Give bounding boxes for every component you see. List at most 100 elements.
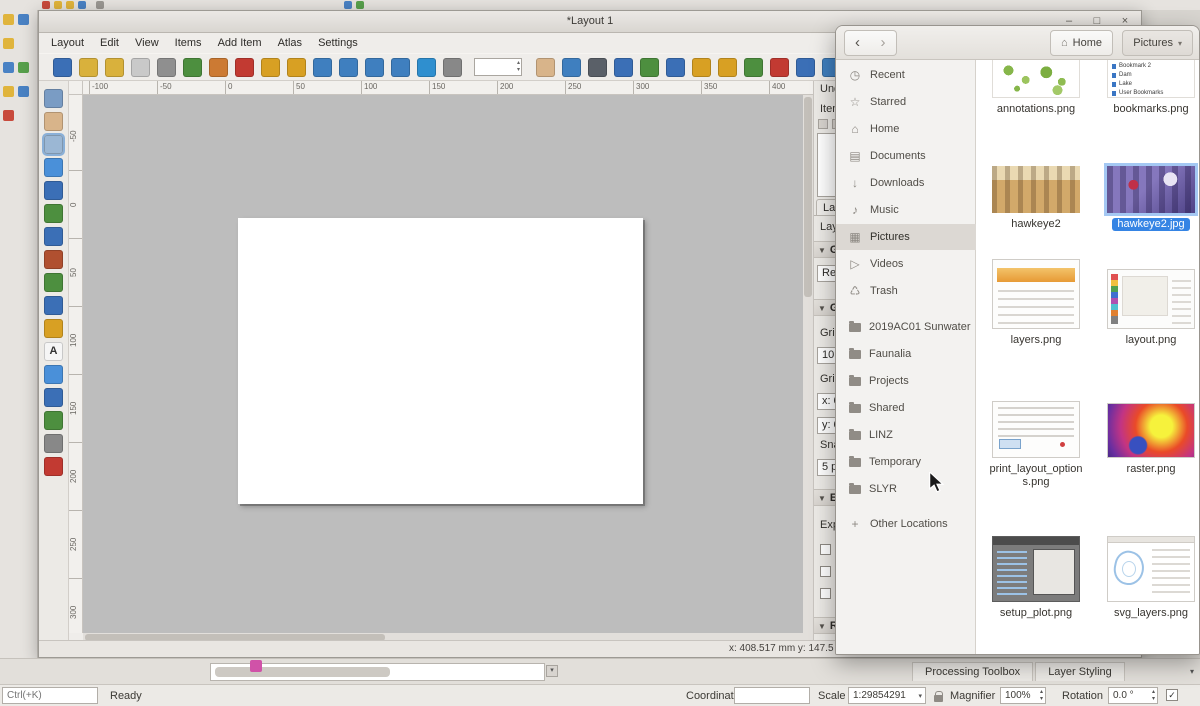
add-scalebar-tool[interactable] [44,319,63,338]
layout-canvas[interactable] [83,95,813,633]
sidebar-item-starred[interactable]: ☆Starred [836,89,976,115]
add-arrow-tool[interactable] [44,388,63,407]
add-map-tool[interactable] [44,204,63,223]
checkbox-icon[interactable] [820,566,831,577]
file-hawkeye2[interactable]: hawkeye2 [986,166,1086,231]
save-layout-icon[interactable] [53,58,72,77]
scale-combo[interactable]: 1:29854291 ▾ [848,687,926,704]
toolbar-icon[interactable] [344,1,352,9]
sidebar-item-projects[interactable]: Projects [836,368,976,394]
unlock-items-icon[interactable] [718,58,737,77]
file-layers[interactable]: layers.png [986,259,1086,347]
toolbar-icon[interactable] [66,1,74,9]
toolbar-icon[interactable] [3,86,14,97]
sidebar-item-videos[interactable]: ▷Videos [836,251,976,277]
file-hawkeye2-jpg[interactable]: hawkeye2.jpg [1101,166,1200,231]
file-setup-plot[interactable]: setup_plot.png [986,536,1086,620]
edit-nodes-tool[interactable] [44,158,63,177]
zoom-full-icon[interactable] [313,58,332,77]
add-shape-tool[interactable] [44,365,63,384]
move-content-tool[interactable] [44,181,63,200]
raise-items-icon[interactable] [744,58,763,77]
add-label-tool[interactable]: A [44,342,63,361]
file-print-layout-options[interactable]: print_layout_options.png [986,401,1086,489]
add-html-tool[interactable] [44,411,63,430]
file-raster[interactable]: raster.png [1101,401,1200,476]
checkbox-icon[interactable] [820,544,831,555]
sidebar-item-shared[interactable]: Shared [836,395,976,421]
magnifier-spinbox[interactable]: 100% ▴▾ [1000,687,1046,704]
move-content-icon[interactable] [640,58,659,77]
sidebar-item-linz[interactable]: LINZ [836,422,976,448]
redo-icon[interactable] [287,58,306,77]
zoom-tool-icon[interactable] [562,58,581,77]
add-picture-tool[interactable] [44,250,63,269]
file-svg-layers[interactable]: svg_layers.png [1101,536,1200,620]
select-icon[interactable] [588,58,607,77]
sidebar-item-home[interactable]: ⌂Home [836,116,976,142]
add-marker-tool[interactable] [44,457,63,476]
file-annotations[interactable]: annotations.png [986,60,1086,116]
coordinate-input[interactable] [734,687,810,704]
lock-column-icon[interactable] [818,119,828,129]
sidebar-item-faunalia[interactable]: Faunalia [836,341,976,367]
add-table-tool[interactable] [44,434,63,453]
export-image-icon[interactable] [183,58,202,77]
pan-layout-tool[interactable] [44,112,63,131]
toolbar-icon[interactable] [78,1,86,9]
sidebar-item-music[interactable]: ♪Music [836,197,976,223]
chevron-down-icon[interactable]: ▾ [1190,667,1194,676]
add-3d-map-tool[interactable] [44,227,63,246]
dock-options-button[interactable]: ▾ [546,665,558,677]
spinner-arrows-icon[interactable]: ▴▾ [517,60,520,74]
zoom-actual-icon[interactable] [391,58,410,77]
scrollbar-thumb[interactable] [215,667,390,677]
file-bookmarks[interactable]: Bookmark 2 Dam Lake User Bookmarks bookm… [1101,60,1200,116]
menu-layout[interactable]: Layout [43,34,92,52]
toolbar-icon[interactable] [356,1,364,9]
menu-edit[interactable]: Edit [92,34,127,52]
zoom-in-icon[interactable] [339,58,358,77]
scale-lock-icon[interactable] [934,695,943,702]
checkbox-icon[interactable] [820,588,831,599]
toolbar-icon[interactable] [54,1,62,9]
add-legend-tool[interactable] [44,296,63,315]
menu-items[interactable]: Items [167,34,210,52]
add-north-arrow-tool[interactable] [44,273,63,292]
toolbar-icon[interactable] [3,38,14,49]
render-checkbox[interactable]: ✓ [1166,689,1178,701]
locator-input[interactable] [2,687,98,704]
tab-layer-styling[interactable]: Layer Styling [1035,662,1125,681]
refresh-icon[interactable] [417,58,436,77]
menu-view[interactable]: View [127,34,167,52]
new-layout-icon[interactable] [79,58,98,77]
forward-button[interactable]: › [870,30,897,56]
menu-add-item[interactable]: Add Item [210,34,270,52]
sidebar-item-recent[interactable]: ◷Recent [836,62,976,88]
preview-icon[interactable] [443,58,462,77]
menu-atlas[interactable]: Atlas [270,34,310,52]
toolbar-icon[interactable] [96,1,104,9]
toolbar-spinbox[interactable]: ▴▾ [474,58,522,76]
menu-settings[interactable]: Settings [310,34,366,52]
sidebar-item-temporary[interactable]: Temporary [836,449,976,475]
sidebar-item-downloads[interactable]: ↓Downloads [836,170,976,196]
toolbar-icon[interactable] [3,110,14,121]
sidebar-item-documents[interactable]: ▤Documents [836,143,976,169]
duplicate-layout-icon[interactable] [105,58,124,77]
print-icon[interactable] [157,58,176,77]
toolbar-icon[interactable] [18,86,29,97]
align-items-icon[interactable] [796,58,815,77]
lower-items-icon[interactable] [770,58,789,77]
sidebar-item-slyr[interactable]: SLYR [836,476,976,502]
toolbar-icon[interactable] [3,14,14,25]
spinner-arrows-icon[interactable]: ▴▾ [1152,689,1155,703]
rotation-spinbox[interactable]: 0.0 ° ▴▾ [1108,687,1158,704]
group-icon[interactable] [666,58,685,77]
vertical-scrollbar[interactable] [803,95,813,633]
sidebar-item-other-locations[interactable]: +Other Locations [836,511,976,537]
sidebar-item-pictures[interactable]: ▦Pictures [836,224,976,250]
spinner-arrows-icon[interactable]: ▴▾ [1040,689,1043,703]
path-home-button[interactable]: ⌂ Home [1050,30,1113,56]
zoom-out-icon[interactable] [365,58,384,77]
